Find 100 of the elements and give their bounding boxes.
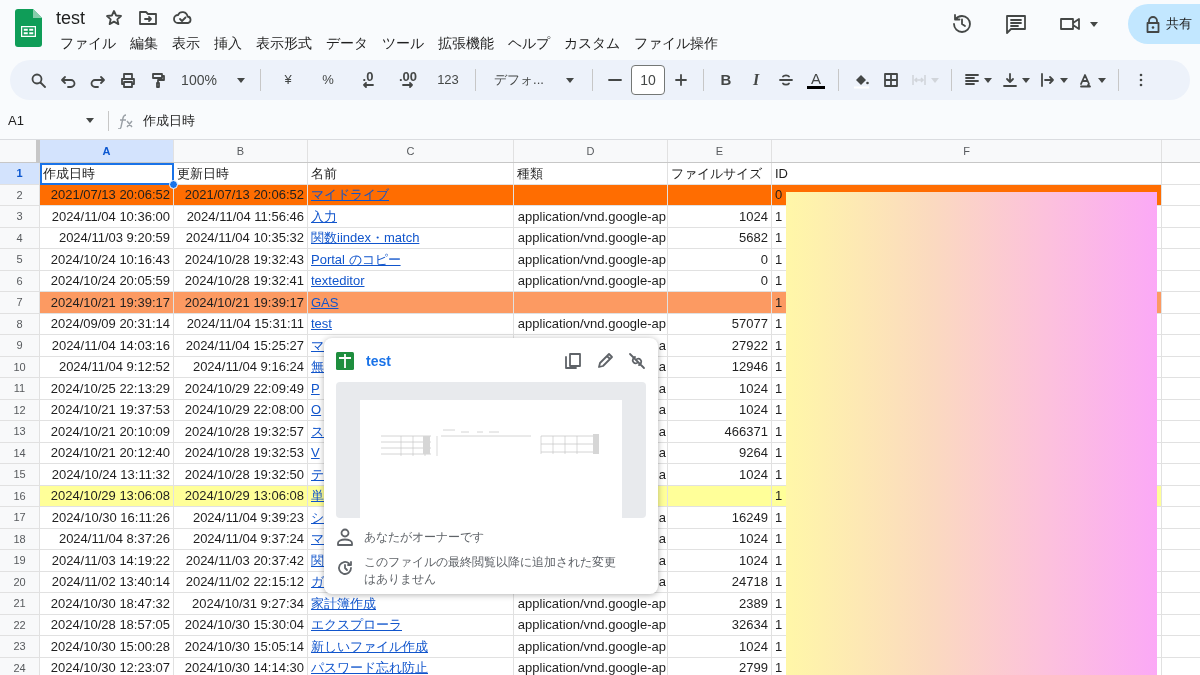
file-link[interactable]: ガ bbox=[311, 572, 324, 592]
menu-item[interactable]: 拡張機能 bbox=[434, 32, 498, 54]
file-link[interactable]: P bbox=[311, 378, 320, 398]
row-header[interactable]: 12 bbox=[0, 399, 40, 421]
table-cell: 0 bbox=[668, 249, 772, 271]
document-title[interactable]: test bbox=[56, 4, 85, 32]
column-header[interactable]: E bbox=[668, 140, 772, 162]
name-box[interactable]: A1 bbox=[0, 107, 100, 134]
row-header[interactable]: 23 bbox=[0, 636, 40, 658]
row-header[interactable]: 1 bbox=[0, 163, 40, 185]
table-cell: 2024/10/21 19:37:53 bbox=[40, 399, 174, 421]
file-link[interactable]: 無 bbox=[311, 357, 324, 377]
file-link[interactable]: 家計簿作成 bbox=[311, 593, 376, 613]
row-header[interactable]: 7 bbox=[0, 292, 40, 314]
folder-move-icon bbox=[139, 10, 157, 26]
star-icon bbox=[105, 9, 123, 27]
menu-item[interactable]: 表示 bbox=[168, 32, 204, 54]
table-cell: application/vnd.google-ap bbox=[514, 227, 668, 249]
file-link[interactable]: texteditor bbox=[311, 271, 365, 291]
linked-file-title[interactable]: test bbox=[366, 350, 391, 372]
table-cell: 2024/10/30 15:30:04 bbox=[174, 614, 308, 636]
file-link[interactable]: V bbox=[311, 443, 320, 463]
menu-item[interactable]: カスタム bbox=[560, 32, 624, 54]
file-link[interactable]: O bbox=[311, 400, 322, 420]
menu-item[interactable]: 編集 bbox=[126, 32, 162, 54]
column-header[interactable]: C bbox=[308, 140, 514, 162]
file-link[interactable]: 入力 bbox=[311, 206, 337, 226]
text-wrap-icon bbox=[1040, 71, 1056, 89]
row-header[interactable]: 17 bbox=[0, 507, 40, 529]
menu-item[interactable]: ファイル bbox=[56, 32, 120, 54]
column-header[interactable]: A bbox=[40, 140, 174, 162]
share-button[interactable]: 共有 bbox=[1128, 4, 1200, 44]
menu-item[interactable]: データ bbox=[322, 32, 372, 54]
file-link[interactable]: test bbox=[311, 314, 332, 334]
row-header[interactable]: 9 bbox=[0, 335, 40, 357]
file-link[interactable]: ス bbox=[311, 421, 324, 441]
row-header[interactable]: 8 bbox=[0, 313, 40, 335]
menu-item[interactable]: ヘルプ bbox=[504, 32, 554, 54]
decimal-button[interactable]: .0 bbox=[349, 65, 387, 95]
text-color-button[interactable]: A bbox=[802, 65, 830, 95]
decimal-button[interactable]: .00 bbox=[389, 65, 427, 95]
menu-item[interactable]: ツール bbox=[378, 32, 428, 54]
zoom-dropdown[interactable]: 100% bbox=[174, 65, 252, 95]
row-header[interactable]: 2 bbox=[0, 184, 40, 206]
table-cell: application/vnd.google-ap bbox=[514, 657, 668, 675]
table-cell: 2024/10/30 14:14:30 bbox=[174, 657, 308, 675]
column-header[interactable]: F bbox=[772, 140, 1162, 162]
file-link[interactable]: 新しいファイル作成 bbox=[311, 636, 428, 656]
table-cell: 2389 bbox=[668, 593, 772, 615]
row-header[interactable]: 11 bbox=[0, 378, 40, 400]
row-header[interactable]: 15 bbox=[0, 464, 40, 486]
row-header[interactable]: 22 bbox=[0, 614, 40, 636]
table-cell: 2024/09/09 20:31:14 bbox=[40, 313, 174, 335]
menu-item[interactable]: 表示形式 bbox=[252, 32, 316, 54]
table-cell: 2024/10/25 22:13:29 bbox=[40, 378, 174, 400]
column-header[interactable]: D bbox=[514, 140, 668, 162]
caret-icon bbox=[1060, 77, 1068, 83]
row-header[interactable]: 6 bbox=[0, 270, 40, 292]
row-header[interactable]: 5 bbox=[0, 249, 40, 271]
file-link[interactable]: エクスプローラ bbox=[311, 615, 402, 635]
file-link[interactable]: 関数iindex・match bbox=[311, 228, 420, 248]
file-link[interactable]: シ bbox=[311, 507, 324, 527]
search-icon bbox=[30, 71, 46, 89]
format-button[interactable]: ¥ bbox=[269, 65, 307, 95]
bold-button[interactable]: B bbox=[712, 65, 740, 95]
table-cell: 2024/11/04 10:35:32 bbox=[174, 227, 308, 249]
row-header[interactable]: 3 bbox=[0, 206, 40, 228]
column-header[interactable]: B bbox=[174, 140, 308, 162]
caret-icon bbox=[931, 77, 939, 83]
row-header[interactable]: 21 bbox=[0, 593, 40, 615]
file-link[interactable]: パスワード忘れ防止 bbox=[311, 658, 428, 675]
font-size-field[interactable]: 10 bbox=[631, 65, 665, 95]
italic-button[interactable]: I bbox=[742, 65, 770, 95]
arrow-icon bbox=[402, 82, 414, 88]
row-header[interactable]: 10 bbox=[0, 356, 40, 378]
column-title: 種類 bbox=[514, 163, 668, 185]
row-header[interactable]: 20 bbox=[0, 571, 40, 593]
font-dropdown[interactable]: デフォ... bbox=[484, 65, 584, 95]
sheets-logo-icon bbox=[14, 9, 42, 47]
row-header[interactable]: 14 bbox=[0, 442, 40, 464]
file-link[interactable]: テ bbox=[311, 464, 324, 484]
menu-item[interactable]: 挿入 bbox=[210, 32, 246, 54]
row-header[interactable]: 16 bbox=[0, 485, 40, 507]
table-cell: 2024/11/04 9:16:24 bbox=[174, 356, 308, 378]
format-button[interactable]: 123 bbox=[429, 65, 467, 95]
file-link[interactable]: マ bbox=[311, 335, 324, 355]
format-button[interactable]: % bbox=[309, 65, 347, 95]
file-link[interactable]: 単 bbox=[311, 486, 324, 506]
menu-item[interactable]: ファイル操作 bbox=[630, 32, 722, 54]
row-header[interactable]: 4 bbox=[0, 227, 40, 249]
table-cell: 2024/10/30 15:05:14 bbox=[174, 636, 308, 658]
file-link[interactable]: 関 bbox=[311, 550, 324, 570]
row-header[interactable]: 13 bbox=[0, 421, 40, 443]
caret-icon bbox=[1090, 21, 1098, 27]
file-link[interactable]: マ bbox=[311, 529, 324, 549]
row-header[interactable]: 19 bbox=[0, 550, 40, 572]
formula-field[interactable]: 作成日時 bbox=[143, 107, 1200, 134]
borders-icon bbox=[883, 71, 899, 89]
file-link[interactable]: Portal のコピー bbox=[311, 249, 401, 269]
row-header[interactable]: 18 bbox=[0, 528, 40, 550]
